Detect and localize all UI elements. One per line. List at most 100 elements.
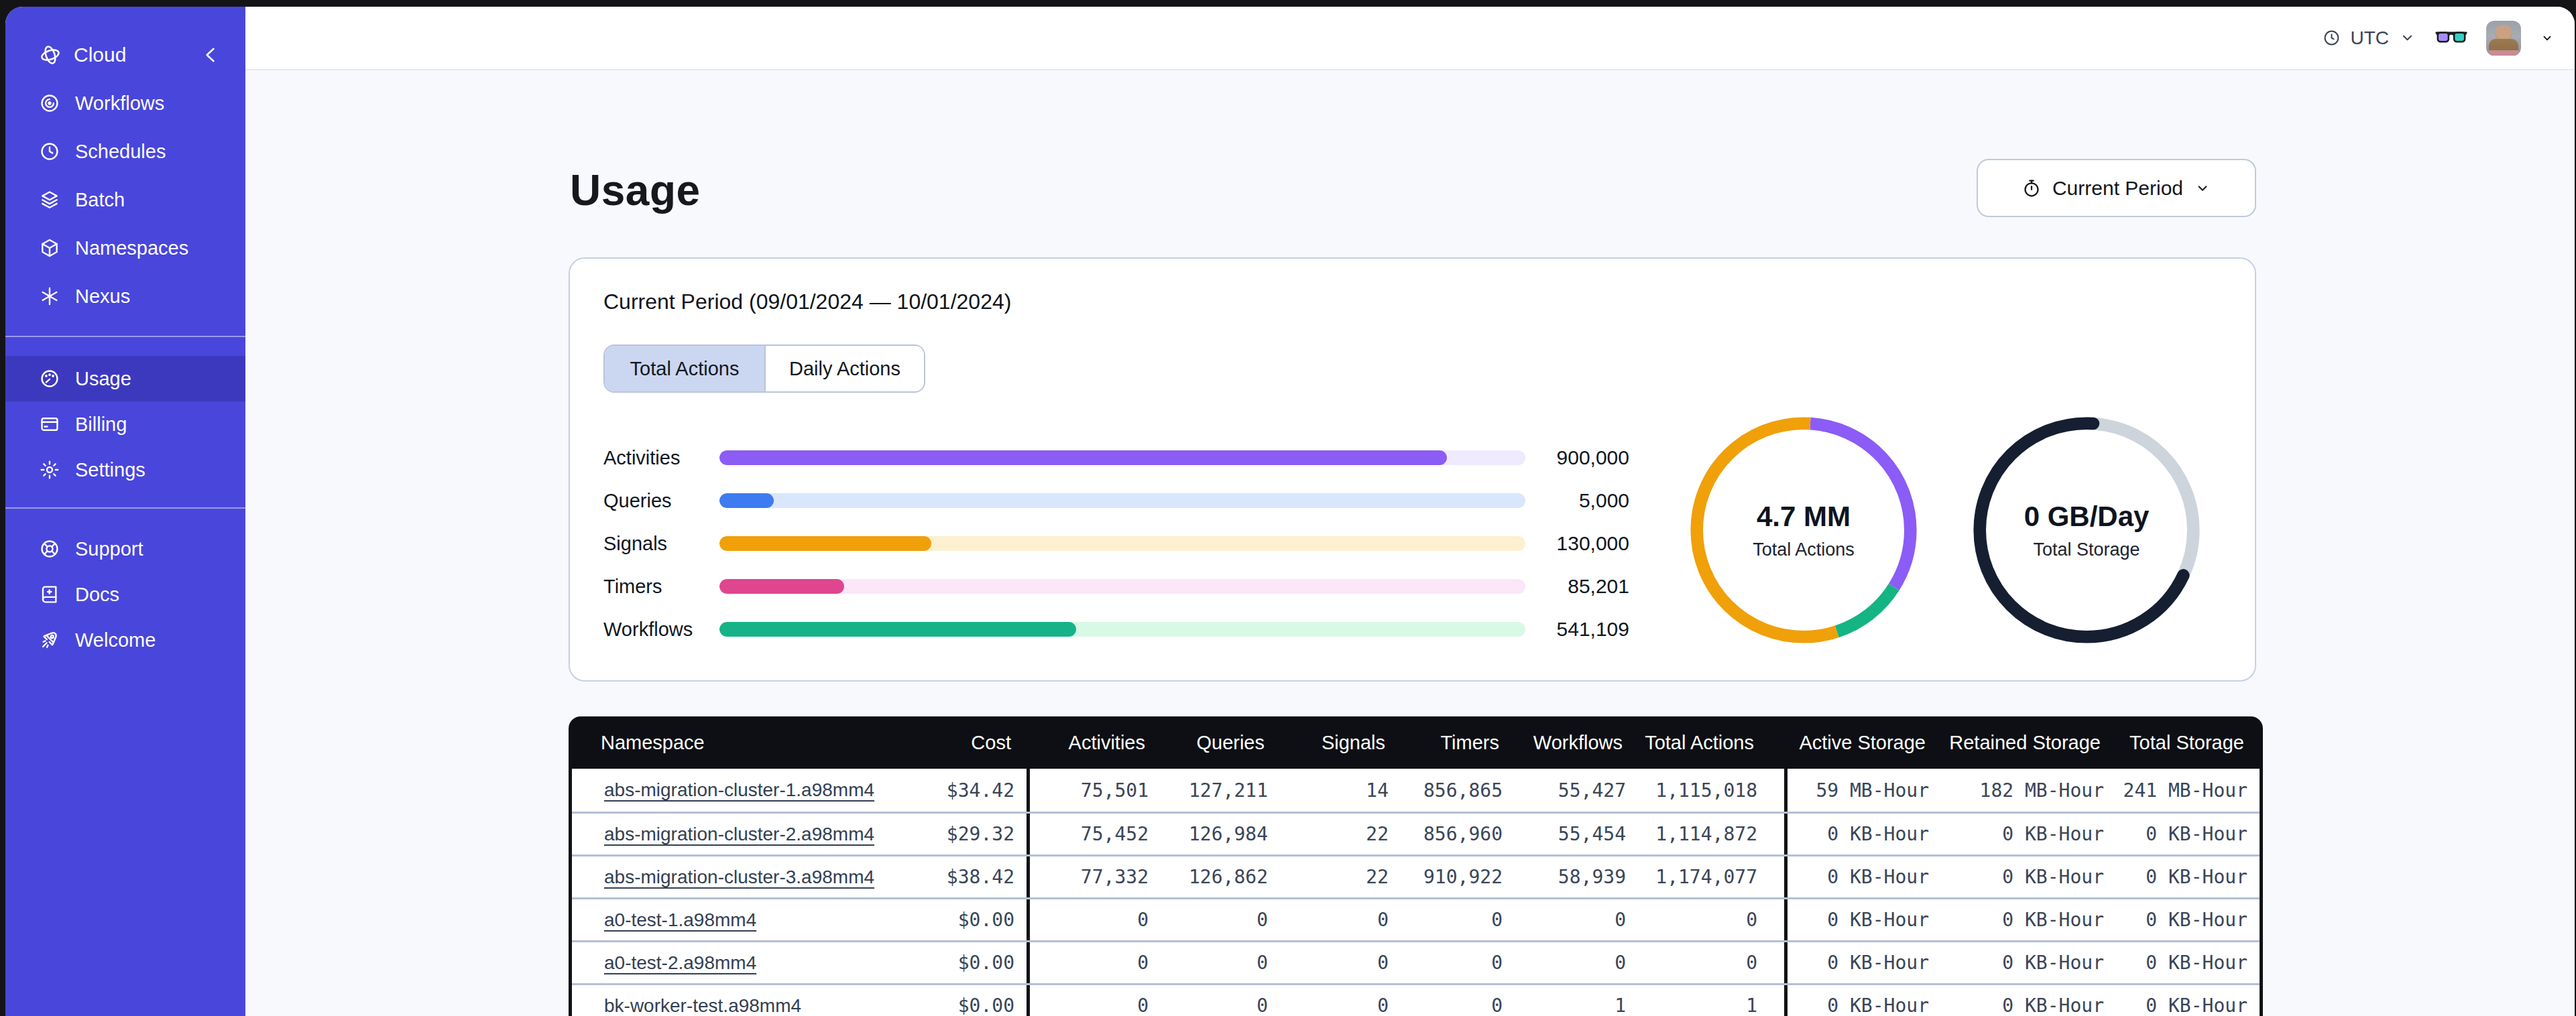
cell-total-storage: 0 KB-Hour <box>2116 899 2260 940</box>
namespace-link[interactable]: abs-migration-cluster-3.a98mm4 <box>604 867 874 888</box>
cell-workflows: 0 <box>1515 899 1638 940</box>
period-button-label: Current Period <box>2052 177 2183 200</box>
actions-bar-chart: Activities900,000Queries5,000Signals130,… <box>603 436 1629 651</box>
sidebar-item-support[interactable]: Support <box>5 526 245 572</box>
user-menu-chevron-icon[interactable] <box>2540 31 2555 46</box>
sidebar-item-label: Welcome <box>75 629 156 651</box>
sidebar-item-docs[interactable]: Docs <box>5 572 245 617</box>
cell-timers: 0 <box>1401 899 1515 940</box>
namespace-link[interactable]: a0-test-2.a98mm4 <box>604 952 756 974</box>
bar-label: Queries <box>603 490 719 512</box>
namespace-link[interactable]: a0-test-1.a98mm4 <box>604 909 756 931</box>
usage-table-body: abs-migration-cluster-1.a98mm4$34.4275,5… <box>569 769 2263 1016</box>
cell-total-actions: 1,114,872 <box>1638 814 1784 854</box>
cell-active-storage: 0 KB-Hour <box>1784 942 1941 983</box>
sidebar-brand[interactable]: Cloud <box>5 31 245 79</box>
cell-active-storage: 0 KB-Hour <box>1784 985 1941 1016</box>
docs-icon <box>39 584 60 605</box>
bar-row-workflows: Workflows541,109 <box>603 608 1629 651</box>
cell-activities: 0 <box>1027 985 1161 1016</box>
cell-namespace: a0-test-1.a98mm4 <box>572 899 921 940</box>
timezone-select[interactable]: UTC <box>2323 27 2416 49</box>
bar-fill <box>719 622 1076 637</box>
bar-value: 900,000 <box>1525 446 1629 469</box>
cell-signals: 0 <box>1280 985 1401 1016</box>
table-row: a0-test-2.a98mm4$0.000000000 KB-Hour0 KB… <box>572 940 2260 983</box>
cell-retained-storage: 0 KB-Hour <box>1941 899 2116 940</box>
sidebar-item-label: Support <box>75 538 143 560</box>
cell-cost: $29.32 <box>921 814 1027 854</box>
usage-icon <box>39 368 60 389</box>
bar-row-activities: Activities900,000 <box>603 436 1629 479</box>
cell-cost: $0.00 <box>921 985 1027 1016</box>
cell-queries: 126,984 <box>1161 814 1280 854</box>
cell-total-actions: 1 <box>1638 985 1784 1016</box>
namespace-link[interactable]: abs-migration-cluster-2.a98mm4 <box>604 824 874 845</box>
sidebar-item-billing[interactable]: Billing <box>5 401 245 447</box>
cell-signals: 22 <box>1280 856 1401 897</box>
cell-timers: 910,922 <box>1401 856 1515 897</box>
tab-daily-actions[interactable]: Daily Actions <box>764 346 924 391</box>
sidebar-item-settings[interactable]: Settings <box>5 447 245 493</box>
bar-row-queries: Queries5,000 <box>603 479 1629 522</box>
billing-icon <box>39 414 60 435</box>
sidebar-item-nexus[interactable]: Nexus <box>5 272 245 320</box>
sidebar-item-batch[interactable]: Batch <box>5 176 245 224</box>
sidebar-item-label: Namespaces <box>75 237 188 259</box>
total-actions-donut: 4.7 MM Total Actions <box>1685 411 1922 649</box>
cell-active-storage: 59 MB-Hour <box>1784 769 1941 812</box>
cell-retained-storage: 0 KB-Hour <box>1941 985 2116 1016</box>
avatar[interactable] <box>2486 21 2521 56</box>
cell-total-actions: 1,174,077 <box>1638 856 1784 897</box>
cell-namespace: bk-worker-test.a98mm4 <box>572 985 921 1016</box>
column-header-workflows: Workflows <box>1511 732 1635 754</box>
page-title: Usage <box>570 166 701 215</box>
cell-cost: $0.00 <box>921 942 1027 983</box>
brand-label: Cloud <box>74 44 200 66</box>
clock-icon <box>2323 29 2341 47</box>
sidebar-item-namespaces[interactable]: Namespaces <box>5 224 245 272</box>
cell-activities: 75,452 <box>1027 814 1161 854</box>
period-select-button[interactable]: Current Period <box>1977 159 2256 217</box>
sidebar-item-workflows[interactable]: Workflows <box>5 79 245 127</box>
column-header-cost: Cost <box>917 732 1023 754</box>
cell-retained-storage: 0 KB-Hour <box>1941 856 2116 897</box>
main-content: Usage Current Period Current Period (09/… <box>245 72 2575 1016</box>
cell-timers: 856,960 <box>1401 814 1515 854</box>
topbar: UTC <box>245 7 2575 70</box>
bar-track <box>719 536 1525 551</box>
bar-value: 130,000 <box>1525 532 1629 555</box>
column-header-total-actions: Total Actions <box>1635 732 1781 754</box>
sidebar-item-usage[interactable]: Usage <box>5 356 245 401</box>
sidebar-item-label: Schedules <box>75 141 166 163</box>
column-header-signals: Signals <box>1277 732 1397 754</box>
cell-total-actions: 1,115,018 <box>1638 769 1784 812</box>
sidebar-item-schedules[interactable]: Schedules <box>5 127 245 176</box>
sidebar-item-label: Usage <box>75 368 131 390</box>
cell-signals: 14 <box>1280 769 1401 812</box>
sidebar-item-welcome[interactable]: Welcome <box>5 617 245 663</box>
tab-total-actions[interactable]: Total Actions <box>605 346 764 391</box>
bar-track <box>719 579 1525 594</box>
cell-queries: 126,862 <box>1161 856 1280 897</box>
bar-row-timers: Timers85,201 <box>603 565 1629 608</box>
column-header-namespace: Namespace <box>569 732 917 754</box>
column-header-queries: Queries <box>1157 732 1277 754</box>
bar-value: 541,109 <box>1525 618 1629 641</box>
sidebar-collapse-icon[interactable] <box>200 44 223 66</box>
donut-center: 4.7 MM Total Actions <box>1685 411 1922 649</box>
cell-active-storage: 0 KB-Hour <box>1784 899 1941 940</box>
cell-timers: 0 <box>1401 985 1515 1016</box>
glasses-icon[interactable] <box>2435 28 2467 48</box>
namespace-link[interactable]: bk-worker-test.a98mm4 <box>604 995 801 1016</box>
cell-timers: 856,865 <box>1401 769 1515 812</box>
cell-total-actions: 0 <box>1638 899 1784 940</box>
usage-table-header: NamespaceCostActivitiesQueriesSignalsTim… <box>569 716 2263 769</box>
bar-label: Timers <box>603 576 719 598</box>
namespace-link[interactable]: abs-migration-cluster-1.a98mm4 <box>604 779 874 801</box>
sidebar-item-label: Settings <box>75 459 145 481</box>
bar-fill <box>719 579 844 594</box>
donut-label: Total Actions <box>1753 539 1855 560</box>
cell-retained-storage: 0 KB-Hour <box>1941 942 2116 983</box>
cell-retained-storage: 182 MB-Hour <box>1941 769 2116 812</box>
